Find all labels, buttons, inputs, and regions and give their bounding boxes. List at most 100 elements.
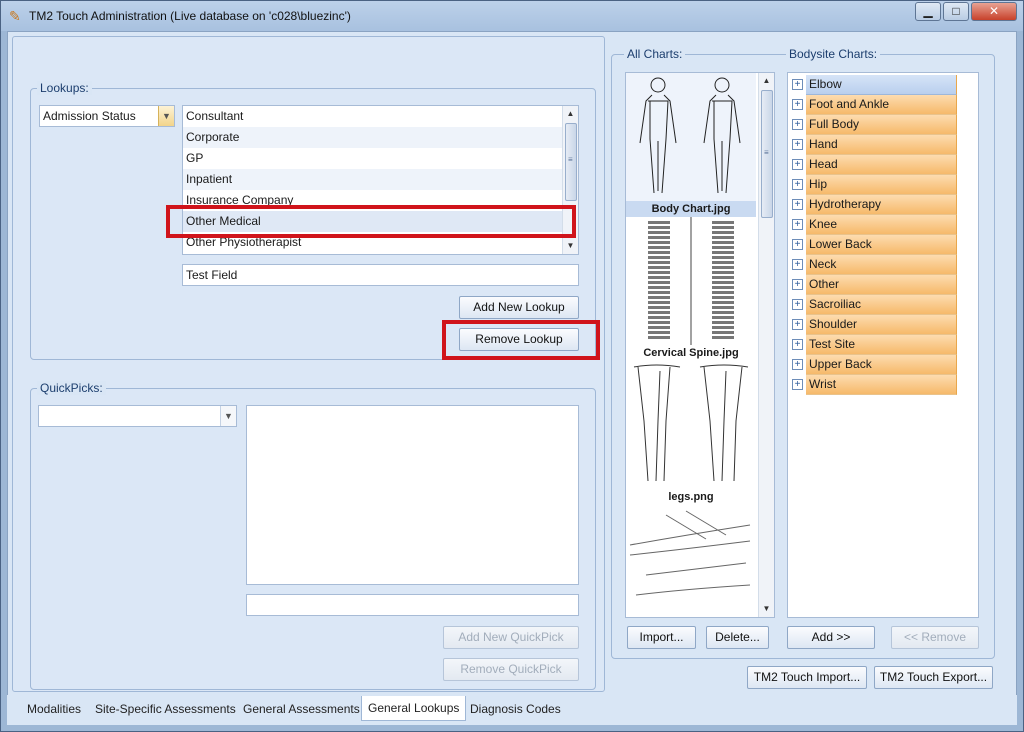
quickpick-list[interactable]: [246, 405, 579, 585]
add-new-lookup-button[interactable]: Add New Lookup: [459, 296, 579, 319]
scrollbar-thumb[interactable]: ≡: [761, 90, 773, 218]
tab-diagnosis-codes[interactable]: Diagnosis Codes: [464, 698, 567, 720]
lookup-list-item[interactable]: Corporate: [183, 127, 563, 148]
bodysite-tree-item[interactable]: + Lower Back: [790, 235, 958, 255]
bodysite-tree-item[interactable]: + Upper Back: [790, 355, 958, 375]
scroll-up-icon[interactable]: ▲: [759, 73, 774, 89]
remove-bodysite-chart-button[interactable]: << Remove: [891, 626, 979, 649]
scrollbar-thumb[interactable]: ≡: [565, 123, 577, 201]
bodysite-tree-item[interactable]: + Knee: [790, 215, 958, 235]
bodysite-charts-label: Bodysite Charts:: [786, 47, 881, 61]
vertebra-mark: [648, 286, 670, 289]
bodysite-tree-item[interactable]: + Full Body: [790, 115, 958, 135]
title-bar[interactable]: ✎ TM2 Touch Administration (Live databas…: [1, 1, 1023, 31]
all-charts-list[interactable]: Body Chart.jpg Cervical Spine.jpg legs.png…: [625, 72, 775, 618]
lookup-list-item[interactable]: Inpatient: [183, 169, 563, 190]
tab-general-assessments[interactable]: General Assessments: [237, 698, 366, 720]
expand-icon[interactable]: +: [792, 219, 803, 230]
scroll-down-icon[interactable]: ▼: [563, 238, 578, 254]
bodysite-tree-label[interactable]: Shoulder: [806, 315, 957, 335]
vertebra-mark: [648, 301, 670, 304]
vertebra-mark: [648, 231, 670, 234]
expand-icon[interactable]: +: [792, 359, 803, 370]
bodysite-tree-item[interactable]: + Neck: [790, 255, 958, 275]
bodysite-tree-label[interactable]: Other: [806, 275, 957, 295]
tab-strip: Modalities Site-Specific Assessments Gen…: [7, 695, 1017, 725]
lookup-type-combo[interactable]: Admission Status ▼: [39, 105, 175, 127]
lookup-list-item[interactable]: Consultant: [183, 106, 563, 127]
expand-icon[interactable]: +: [792, 239, 803, 250]
bodysite-tree-label[interactable]: Neck: [806, 255, 957, 275]
vertebra-mark: [712, 261, 734, 264]
remove-quickpick-button[interactable]: Remove QuickPick: [443, 658, 579, 681]
bodysite-tree-label[interactable]: Knee: [806, 215, 957, 235]
expand-icon[interactable]: +: [792, 99, 803, 110]
vertebra-mark: [648, 331, 670, 334]
expand-icon[interactable]: +: [792, 279, 803, 290]
bodysite-tree-label[interactable]: Sacroiliac: [806, 295, 957, 315]
bodysite-tree-label[interactable]: Full Body: [806, 115, 957, 135]
bodysite-tree-item[interactable]: + Wrist: [790, 375, 958, 395]
expand-icon[interactable]: +: [792, 319, 803, 330]
chart-preview-image: [633, 364, 749, 482]
expand-icon[interactable]: +: [792, 179, 803, 190]
tab-site-specific-assessments[interactable]: Site-Specific Assessments: [89, 698, 242, 720]
bodysite-tree-label[interactable]: Test Site: [806, 335, 957, 355]
charts-scrollbar[interactable]: ▲ ≡ ▼: [758, 73, 774, 617]
bodysite-tree-item[interactable]: + Head: [790, 155, 958, 175]
tab-general-lookups[interactable]: General Lookups: [361, 696, 467, 721]
bodysite-tree-item[interactable]: + Foot and Ankle: [790, 95, 958, 115]
bodysite-tree-label[interactable]: Foot and Ankle: [806, 95, 957, 115]
quickpick-combo[interactable]: ▼: [38, 405, 237, 427]
bodysite-tree[interactable]: + Elbow + Foot and Ankle + Full Body + Hand + Hea…: [787, 72, 979, 618]
bodysite-tree-label[interactable]: Hand: [806, 135, 957, 155]
bodysite-tree-label[interactable]: Head: [806, 155, 957, 175]
chart-thumbnail[interactable]: Cervical Spine.jpg: [626, 217, 756, 361]
bodysite-tree-label[interactable]: Wrist: [806, 375, 957, 395]
bodysite-tree-item[interactable]: + Elbow: [790, 75, 958, 95]
chevron-down-icon[interactable]: ▼: [158, 106, 174, 126]
bodysite-tree-label[interactable]: Hydrotherapy: [806, 195, 957, 215]
expand-icon[interactable]: +: [792, 299, 803, 310]
scroll-down-icon[interactable]: ▼: [759, 601, 774, 617]
bodysite-tree-item[interactable]: + Other: [790, 275, 958, 295]
bodysite-tree-label[interactable]: Hip: [806, 175, 957, 195]
tm2-touch-import-button[interactable]: TM2 Touch Import...: [747, 666, 867, 689]
bodysite-tree-item[interactable]: + Hip: [790, 175, 958, 195]
bodysite-tree-item[interactable]: + Test Site: [790, 335, 958, 355]
bodysite-tree-item[interactable]: + Shoulder: [790, 315, 958, 335]
scroll-up-icon[interactable]: ▲: [563, 106, 578, 122]
close-button[interactable]: ✕: [971, 2, 1017, 21]
lookup-list-item[interactable]: GP: [183, 148, 563, 169]
bodysite-tree-item[interactable]: + Sacroiliac: [790, 295, 958, 315]
tab-modalities[interactable]: Modalities: [21, 698, 87, 720]
expand-icon[interactable]: +: [792, 199, 803, 210]
expand-icon[interactable]: +: [792, 379, 803, 390]
expand-icon[interactable]: +: [792, 259, 803, 270]
bodysite-tree-label[interactable]: Upper Back: [806, 355, 957, 375]
lookup-edit-field[interactable]: Test Field: [182, 264, 579, 286]
chart-thumbnail[interactable]: legs.png: [626, 361, 756, 505]
expand-icon[interactable]: +: [792, 79, 803, 90]
chevron-down-icon[interactable]: ▼: [220, 406, 236, 426]
bodysite-tree-item[interactable]: + Hydrotherapy: [790, 195, 958, 215]
expand-icon[interactable]: +: [792, 339, 803, 350]
expand-icon[interactable]: +: [792, 159, 803, 170]
tm2-touch-export-button[interactable]: TM2 Touch Export...: [874, 666, 993, 689]
add-new-quickpick-button[interactable]: Add New QuickPick: [443, 626, 579, 649]
quickpick-edit-field[interactable]: [246, 594, 579, 616]
bodysite-tree-label[interactable]: Lower Back: [806, 235, 957, 255]
minimize-button[interactable]: ▁: [915, 2, 941, 21]
maximize-button[interactable]: □: [943, 2, 969, 21]
expand-icon[interactable]: +: [792, 139, 803, 150]
bodysite-tree-label[interactable]: Elbow: [806, 75, 957, 95]
expand-icon[interactable]: +: [792, 119, 803, 130]
delete-chart-button[interactable]: Delete...: [706, 626, 769, 649]
add-bodysite-chart-button[interactable]: Add >>: [787, 626, 875, 649]
selected-lookup-highlight: [166, 205, 576, 238]
vertebra-mark: [712, 321, 734, 324]
bodysite-tree-item[interactable]: + Hand: [790, 135, 958, 155]
chart-thumbnail[interactable]: Body Chart.jpg: [626, 73, 756, 217]
chart-thumbnail[interactable]: [626, 505, 756, 617]
import-chart-button[interactable]: Import...: [627, 626, 696, 649]
